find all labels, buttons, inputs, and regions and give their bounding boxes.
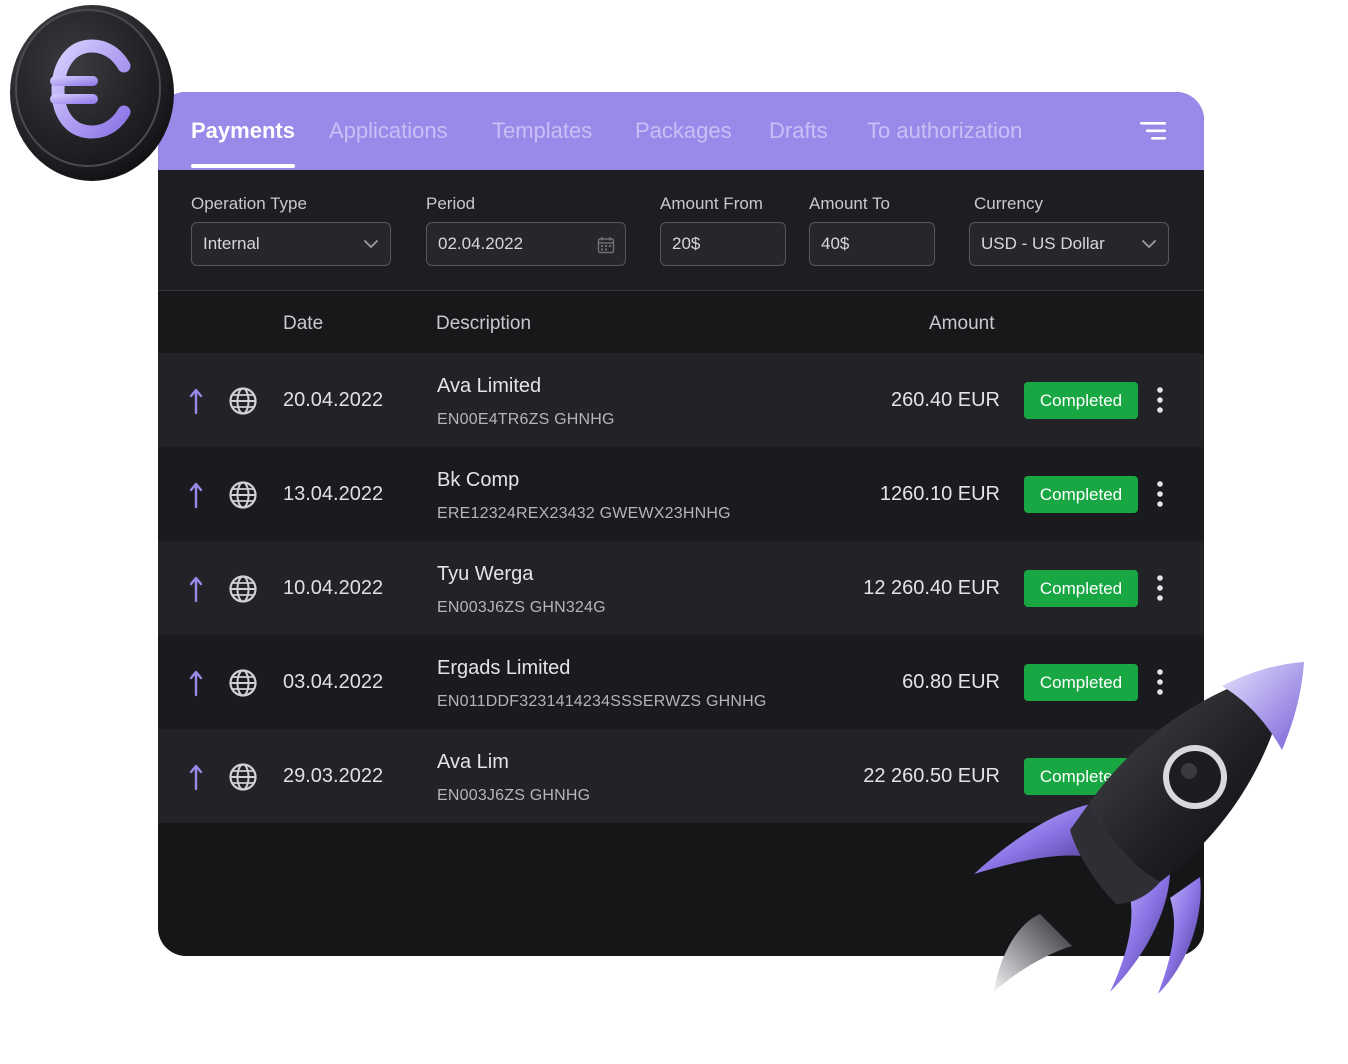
amount-from-label: Amount From	[660, 194, 763, 213]
period-label: Period	[426, 194, 476, 213]
status-badge: Completed	[1024, 570, 1138, 607]
row-counterparty: Ava Limited	[437, 375, 542, 397]
arrow-up-icon	[189, 387, 203, 420]
status-badge: Completed	[1024, 382, 1138, 419]
tab-to-authorization[interactable]: To authorization	[867, 92, 1022, 170]
operation-type-value: Internal	[203, 234, 260, 253]
tab-templates[interactable]: Templates	[492, 92, 592, 170]
kebab-menu-icon[interactable]	[1155, 574, 1165, 607]
globe-icon	[228, 762, 258, 797]
operation-type-select[interactable]: Internal	[191, 222, 391, 266]
filter-bar: Operation Type Internal Period 02.04.202…	[158, 170, 1204, 291]
amount-to-value: 40$	[821, 234, 850, 253]
table-header: Date Description Amount	[158, 291, 1204, 353]
currency-label: Currency	[974, 194, 1043, 213]
globe-icon	[228, 574, 258, 609]
menu-lines-icon[interactable]	[1138, 120, 1168, 142]
row-reference: EN003J6ZS GHN324G	[437, 599, 606, 616]
tab-applications[interactable]: Applications	[329, 92, 448, 170]
amount-from-input[interactable]: 20$	[660, 222, 786, 266]
row-date: 20.04.2022	[283, 389, 384, 411]
row-date: 29.03.2022	[283, 765, 384, 787]
currency-select[interactable]: USD - US Dollar	[969, 222, 1169, 266]
kebab-menu-icon[interactable]	[1155, 480, 1165, 513]
row-counterparty: Ergads Limited	[437, 657, 571, 679]
arrow-up-icon	[189, 481, 203, 514]
arrow-up-icon	[189, 669, 203, 702]
period-value: 02.04.2022	[438, 234, 524, 253]
stage: Payments Applications Templates Packages…	[0, 0, 1348, 1064]
row-date: 03.04.2022	[283, 671, 384, 693]
chevron-down-icon	[1142, 240, 1156, 248]
chevron-down-icon	[364, 240, 378, 248]
amount-from-value: 20$	[672, 234, 701, 253]
globe-icon	[228, 668, 258, 703]
operation-type-label: Operation Type	[191, 194, 307, 213]
status-badge: Completed	[1024, 476, 1138, 513]
tab-drafts[interactable]: Drafts	[769, 92, 828, 170]
table-row[interactable]: 10.04.2022 Tyu Werga EN003J6ZS GHN324G 12 2…	[158, 541, 1204, 635]
tab-payments[interactable]: Payments	[191, 92, 295, 170]
globe-icon	[228, 386, 258, 421]
row-counterparty: Tyu Werga	[437, 563, 534, 585]
tab-packages[interactable]: Packages	[635, 92, 732, 170]
rocket-icon	[974, 662, 1304, 994]
row-reference: EN00E4TR6ZS GHNHG	[437, 411, 615, 428]
euro-coin-icon	[10, 5, 174, 181]
amount-to-input[interactable]: 40$	[809, 222, 935, 266]
row-amount: 260.40 EUR	[891, 389, 1000, 411]
row-amount: 12 260.40 EUR	[863, 577, 1000, 599]
row-reference: EN003J6ZS GHNHG	[437, 787, 591, 804]
row-reference: EN011DDF3231414234SSSERWZS GHNHG	[437, 693, 767, 710]
column-header-amount[interactable]: Amount	[929, 291, 994, 357]
tab-bar: Payments Applications Templates Packages…	[158, 92, 1204, 170]
amount-to-label: Amount To	[809, 194, 890, 213]
row-counterparty: Ava Lim	[437, 751, 509, 773]
row-reference: ERE12324REX23432 GWEWX23HNHG	[437, 505, 731, 522]
globe-icon	[228, 480, 258, 515]
table-row[interactable]: 13.04.2022 Bk Comp ERE12324REX23432 GWEWX2…	[158, 447, 1204, 541]
table-row[interactable]: 20.04.2022 Ava Limited EN00E4TR6ZS GHNHG 26…	[158, 353, 1204, 447]
arrow-up-icon	[189, 763, 203, 796]
row-counterparty: Bk Comp	[437, 469, 520, 491]
row-amount: 1260.10 EUR	[879, 483, 1000, 505]
column-header-description[interactable]: Description	[436, 291, 531, 357]
kebab-menu-icon[interactable]	[1155, 386, 1165, 419]
arrow-up-icon	[189, 575, 203, 608]
calendar-icon[interactable]	[597, 236, 615, 254]
period-date-field[interactable]: 02.04.2022	[426, 222, 626, 266]
row-date: 13.04.2022	[283, 483, 384, 505]
row-date: 10.04.2022	[283, 577, 384, 599]
column-header-date[interactable]: Date	[283, 291, 323, 357]
currency-value: USD - US Dollar	[981, 234, 1105, 253]
active-tab-indicator	[191, 164, 295, 168]
